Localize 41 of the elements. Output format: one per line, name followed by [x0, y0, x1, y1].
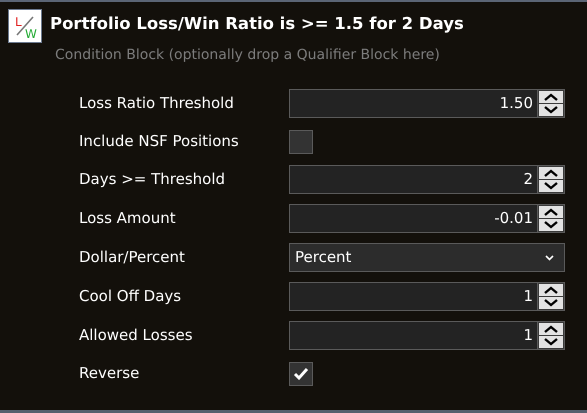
caret-down-icon [544, 182, 558, 190]
block-title: Portfolio Loss/Win Ratio is >= 1.5 for 2 Days [50, 13, 464, 35]
spin-up-button[interactable] [539, 167, 563, 179]
caret-down-icon [544, 338, 558, 346]
checkbox[interactable] [289, 362, 313, 386]
caret-up-icon [544, 286, 558, 294]
number-field[interactable]: 1 [289, 321, 537, 350]
number-field[interactable]: 1.50 [289, 89, 537, 118]
spin-up-button[interactable] [539, 284, 563, 296]
chevron-down-icon [545, 254, 554, 260]
field-label: Loss Ratio Threshold [79, 93, 235, 114]
number-field[interactable]: -0.01 [289, 204, 537, 233]
caret-down-icon [544, 106, 558, 114]
number-field[interactable]: 1 [289, 282, 537, 311]
caret-up-icon [544, 169, 558, 177]
caret-down-icon [544, 299, 558, 307]
field-label: Reverse [79, 363, 140, 384]
field-label: Include NSF Positions [79, 131, 240, 152]
spin-down-button[interactable] [539, 297, 563, 309]
field-label: Dollar/Percent [79, 247, 186, 268]
checkbox[interactable] [289, 130, 313, 154]
logo-icon: L W [8, 9, 42, 43]
field-label: Cool Off Days [79, 286, 182, 308]
dropdown[interactable]: Percent [289, 243, 565, 272]
field-label: Loss Amount [79, 208, 177, 230]
spin-down-button[interactable] [539, 219, 563, 231]
block-subtitle: Condition Block (optionally drop a Qualifier Block here) [54, 46, 441, 65]
field-label: Allowed Losses [79, 325, 194, 346]
number-field[interactable]: 2 [289, 165, 537, 194]
spin-up-button[interactable] [539, 91, 563, 103]
caret-up-icon [544, 93, 558, 101]
spin-down-button[interactable] [539, 180, 563, 192]
field-label: Days >= Threshold [79, 169, 226, 190]
spin-up-button[interactable] [539, 323, 563, 335]
caret-up-icon [544, 208, 558, 216]
caret-up-icon [544, 325, 558, 333]
spin-down-button[interactable] [539, 104, 563, 116]
checkmark-icon [293, 366, 309, 380]
spin-up-button[interactable] [539, 206, 563, 218]
spin-down-button[interactable] [539, 336, 563, 348]
caret-down-icon [544, 221, 558, 229]
